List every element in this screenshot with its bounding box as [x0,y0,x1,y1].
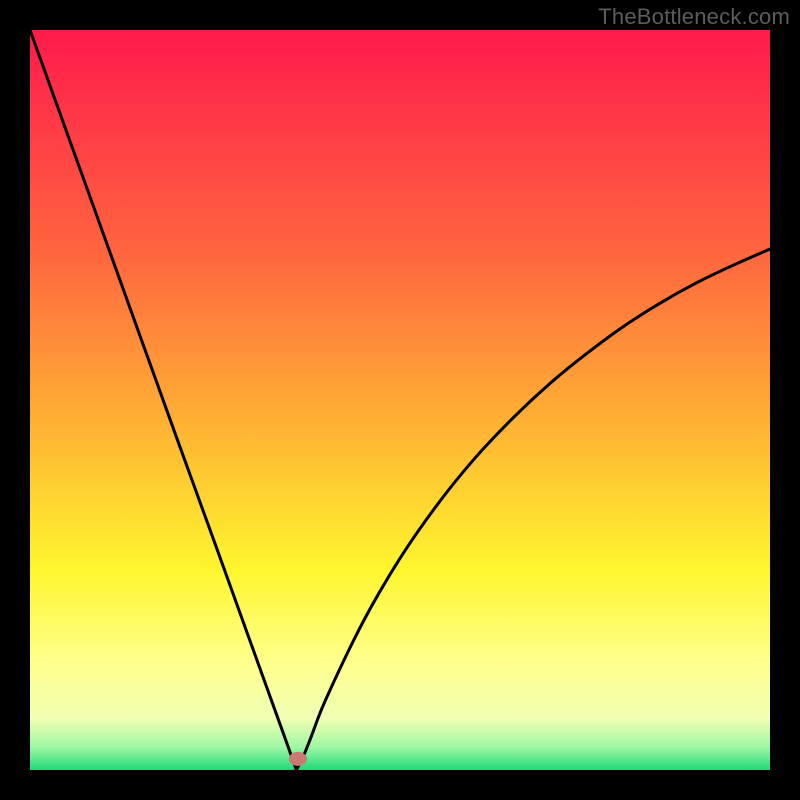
chart-plot-area [30,30,770,770]
attribution-label: TheBottleneck.com [598,4,790,30]
bottleneck-chart: TheBottleneck.com [0,0,800,800]
chart-canvas [0,0,800,800]
minimum-marker [289,752,307,766]
